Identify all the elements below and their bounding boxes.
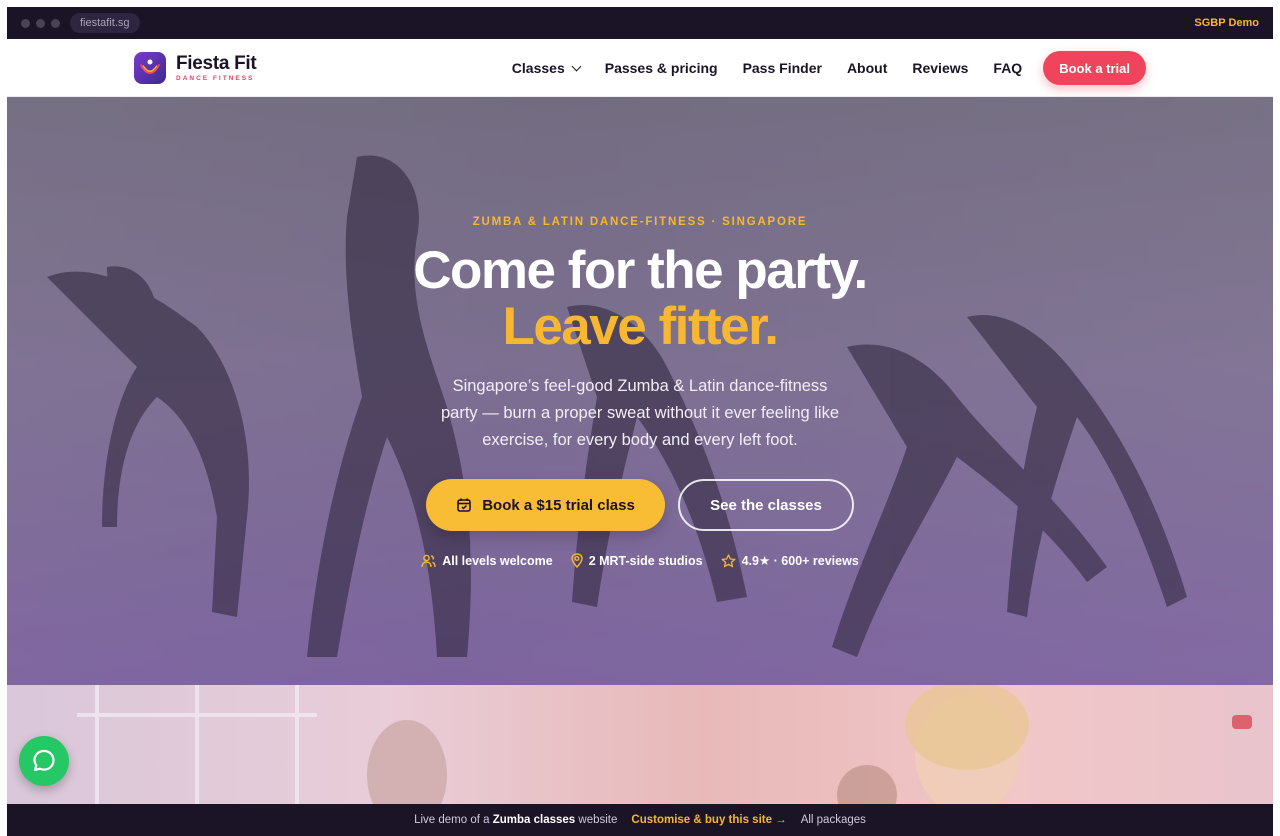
nav-label: Classes: [511, 60, 565, 76]
trust-label: All levels welcome: [442, 553, 553, 568]
window-controls: [21, 18, 60, 28]
window-dot[interactable]: [36, 18, 45, 28]
demo-bottom-bar: Live demo of a Zumba classes website Cus…: [7, 804, 1273, 836]
nav-faq[interactable]: FAQ: [993, 60, 1022, 76]
dancers-photo: [367, 685, 1252, 804]
address-bar[interactable]: fiestafit.sg: [70, 13, 140, 33]
chat-icon: [33, 749, 55, 772]
chevron-down-icon: [571, 61, 582, 71]
site-header: Fiesta Fit DANCE FITNESS Classes Passes …: [7, 39, 1273, 97]
users-icon: [421, 554, 436, 567]
hero-section: ZUMBA & LATIN DANCE-FITNESS · SINGAPORE …: [7, 97, 1273, 685]
customise-buy-link[interactable]: Customise & buy this site →: [631, 814, 786, 826]
hero-eyebrow: ZUMBA & LATIN DANCE-FITNESS · SINGAPORE: [472, 216, 808, 228]
window-dot[interactable]: [51, 18, 60, 28]
star-icon: [721, 553, 736, 567]
primary-cta-label: Book a $15 trial class: [482, 496, 635, 514]
book-trial-class-button[interactable]: Book a $15 trial class: [426, 479, 665, 531]
calendar-icon: [457, 498, 472, 512]
window-dot[interactable]: [21, 18, 30, 28]
browser-bar: fiestafit.sg SGBP Demo: [7, 7, 1273, 39]
trust-badges: All levels welcome 2 MRT-side studios 4.…: [7, 553, 1273, 568]
demo-prefix: Live demo of a: [414, 814, 490, 826]
main-nav: Classes Passes & pricing Pass Finder Abo…: [511, 51, 1146, 85]
nav-about[interactable]: About: [847, 60, 887, 76]
class-photo-section: [7, 685, 1273, 804]
brand-tagline: DANCE FITNESS: [176, 74, 255, 82]
map-pin-icon: [570, 553, 583, 568]
whatsapp-chat-button[interactable]: [19, 736, 69, 786]
see-classes-button[interactable]: See the classes: [678, 479, 854, 531]
demo-highlight: Zumba classes: [492, 814, 576, 826]
demo-notice: Live demo of a Zumba classes website: [414, 814, 617, 826]
nav-classes[interactable]: Classes: [511, 60, 582, 76]
trust-item: 2 MRT-side studios: [570, 553, 703, 568]
hero-headline-accent: Leave fitter.: [502, 297, 779, 356]
trust-label: 2 MRT-side studios: [588, 553, 703, 568]
nav-passes-pricing[interactable]: Passes & pricing: [605, 60, 718, 76]
demo-suffix: website: [578, 814, 618, 826]
hero-lede: Singapore’s feel-good Zumba & Latin danc…: [440, 377, 840, 449]
trust-label: 4.9★ · 600+ reviews: [741, 554, 859, 568]
hero-content: ZUMBA & LATIN DANCE-FITNESS · SINGAPORE …: [7, 97, 1273, 685]
brand-logo[interactable]: Fiesta Fit DANCE FITNESS: [134, 52, 257, 84]
nav-reviews[interactable]: Reviews: [912, 60, 968, 76]
hero-headline: Come for the party.: [413, 241, 868, 300]
nav-pass-finder[interactable]: Pass Finder: [743, 60, 822, 76]
trust-item: All levels welcome: [421, 553, 553, 568]
trust-item: 4.9★ · 600+ reviews: [721, 553, 859, 568]
demo-tag: SGBP Demo: [1194, 17, 1259, 29]
brand-name: Fiesta Fit: [176, 52, 257, 74]
logo-mark-icon: [134, 52, 166, 84]
all-packages-link[interactable]: All packages: [801, 814, 866, 826]
book-trial-button[interactable]: Book a trial: [1043, 51, 1146, 85]
